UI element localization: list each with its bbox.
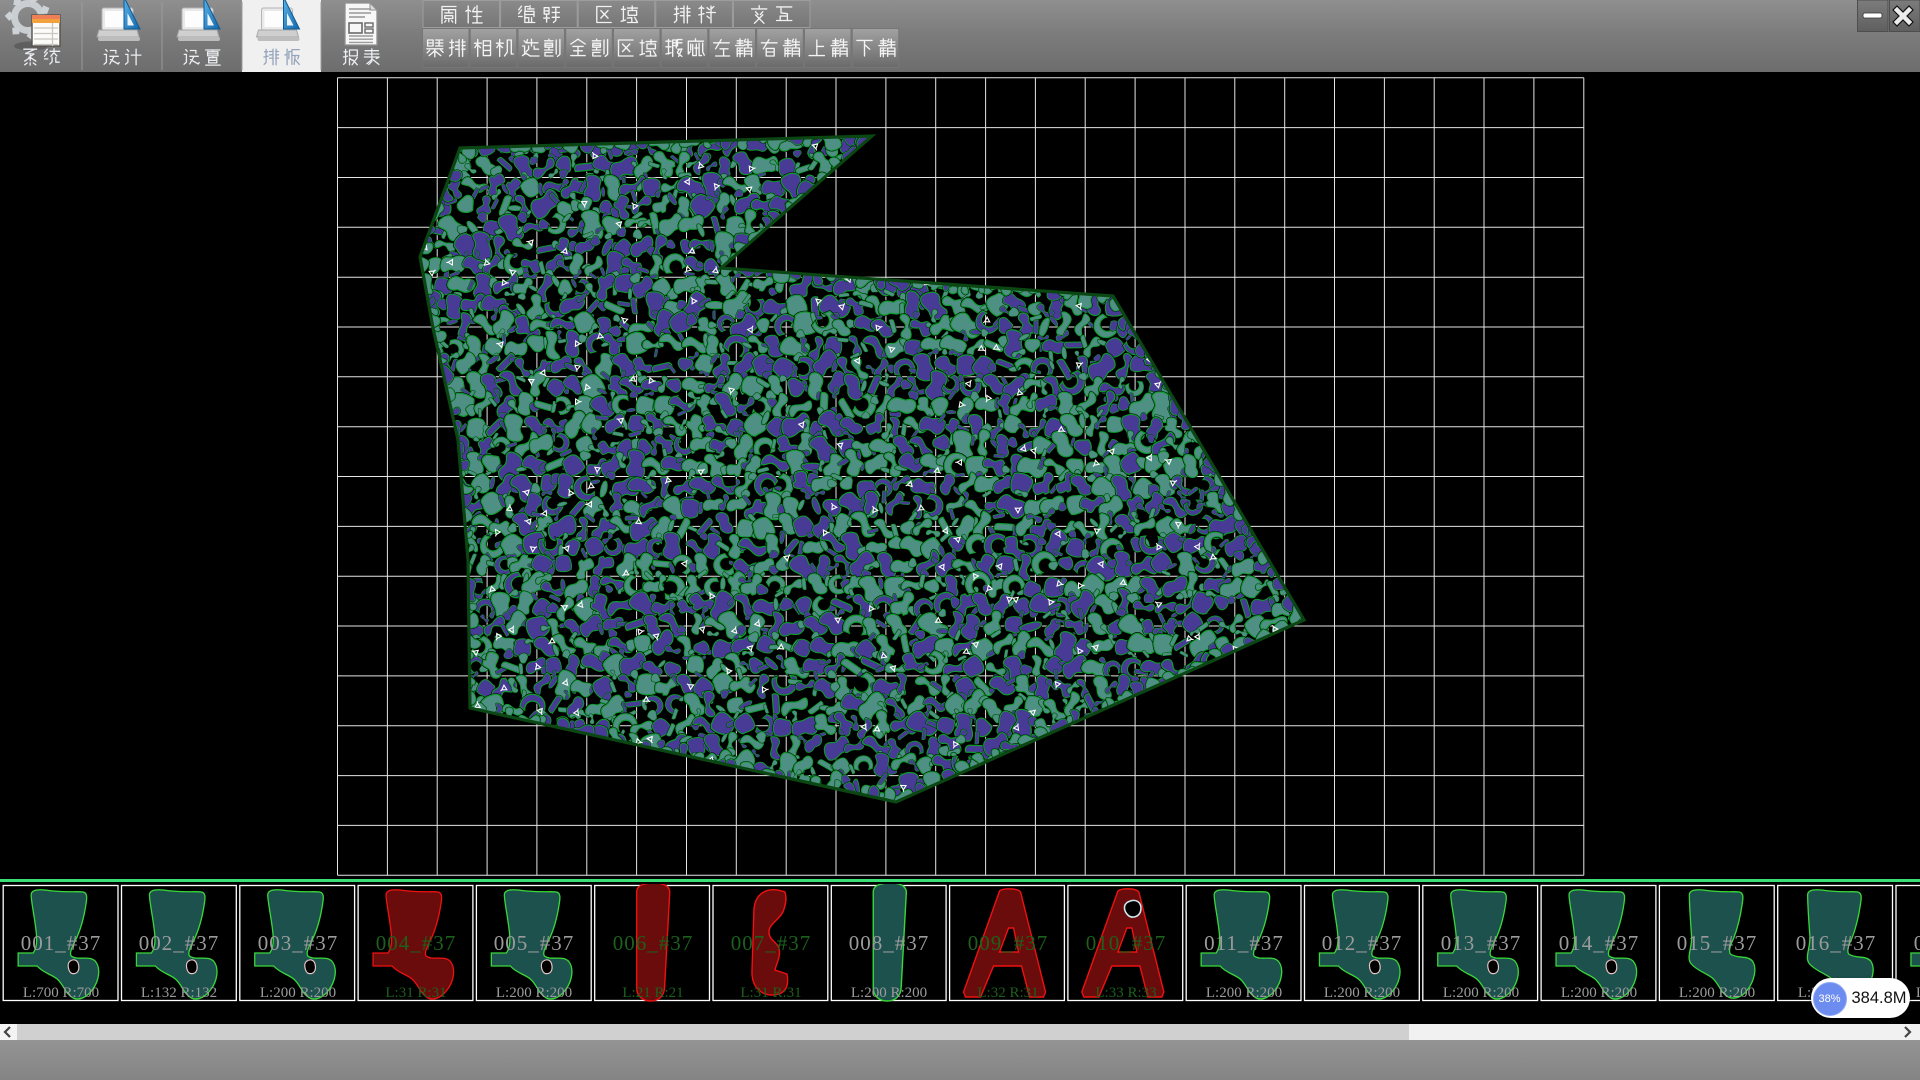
- svg-text:016_#37: 016_#37: [1796, 931, 1877, 955]
- svg-text:L:200 R:200: L:200 R:200: [1916, 985, 1920, 1001]
- svg-text:004_#37: 004_#37: [376, 931, 457, 955]
- svg-text:005_#37: 005_#37: [494, 931, 575, 955]
- svg-text:L:31 R:31: L:31 R:31: [740, 985, 801, 1001]
- svg-text:010_#37: 010_#37: [1086, 931, 1167, 955]
- svg-text:L:33 R:33: L:33 R:33: [1095, 985, 1156, 1001]
- svg-text:L:32 R:31: L:32 R:31: [977, 985, 1038, 1001]
- svg-text:L:200 R:200: L:200 R:200: [1206, 985, 1282, 1001]
- svg-text:008_#37: 008_#37: [849, 931, 930, 955]
- svg-text:007_#37: 007_#37: [731, 931, 812, 955]
- svg-text:003_#37: 003_#37: [258, 931, 339, 955]
- svg-text:014_#37: 014_#37: [1559, 931, 1640, 955]
- svg-text:017_#37: 017_#37: [1914, 931, 1920, 955]
- svg-text:015_#37: 015_#37: [1677, 931, 1758, 955]
- svg-text:L:200 R:200: L:200 R:200: [260, 985, 336, 1001]
- svg-text:009_#37: 009_#37: [968, 931, 1049, 955]
- svg-text:L:21 R:21: L:21 R:21: [622, 985, 683, 1001]
- svg-text:L:700 R:700: L:700 R:700: [23, 985, 99, 1001]
- svg-text:L:200 R:200: L:200 R:200: [496, 985, 572, 1001]
- svg-text:L:31 R:31: L:31 R:31: [385, 985, 446, 1001]
- svg-text:L:200 R:200: L:200 R:200: [1561, 985, 1637, 1001]
- svg-text:L:200 R:200: L:200 R:200: [1443, 985, 1519, 1001]
- svg-text:011_#37: 011_#37: [1204, 931, 1284, 955]
- svg-text:012_#37: 012_#37: [1322, 931, 1403, 955]
- svg-text:L:200 R:200: L:200 R:200: [851, 985, 927, 1001]
- svg-text:001_#37: 001_#37: [21, 931, 102, 955]
- svg-text:006_#37: 006_#37: [613, 931, 694, 955]
- svg-text:L:200 R:200: L:200 R:200: [1324, 985, 1400, 1001]
- svg-text:L:200 R:200: L:200 R:200: [1679, 985, 1755, 1001]
- svg-text:013_#37: 013_#37: [1441, 931, 1522, 955]
- svg-text:002_#37: 002_#37: [139, 931, 220, 955]
- svg-text:L:132 R:132: L:132 R:132: [141, 985, 217, 1001]
